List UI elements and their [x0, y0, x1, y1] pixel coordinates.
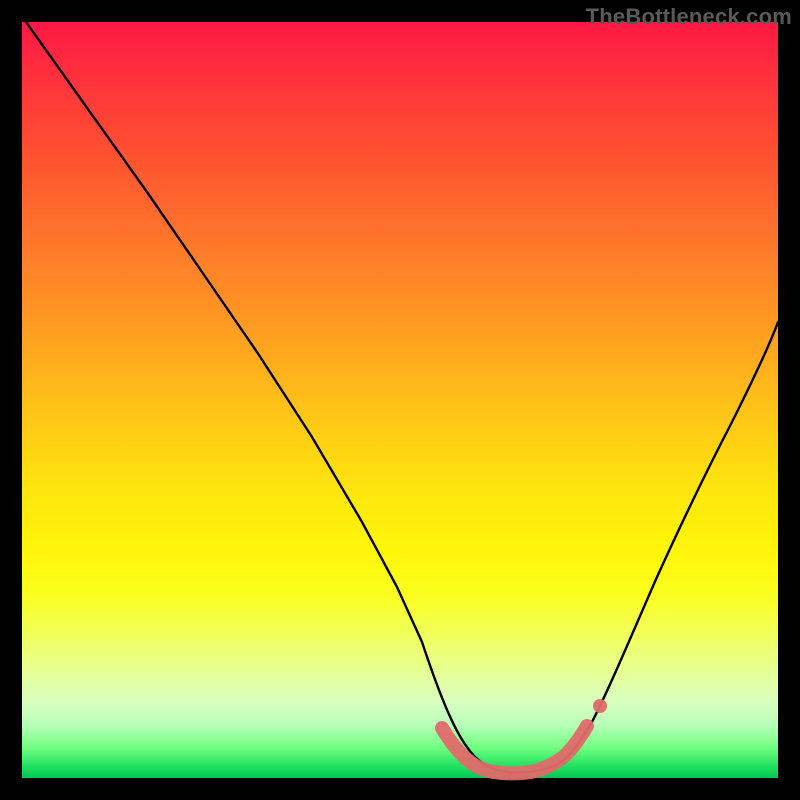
- optimal-band-stroke: [442, 726, 587, 773]
- chart-stage: TheBottleneck.com: [0, 0, 800, 800]
- optimal-band-end-dot: [593, 699, 607, 713]
- chart-svg: [22, 22, 778, 778]
- bottleneck-curve: [26, 22, 778, 772]
- plot-area: [22, 22, 778, 778]
- watermark-text: TheBottleneck.com: [586, 4, 792, 30]
